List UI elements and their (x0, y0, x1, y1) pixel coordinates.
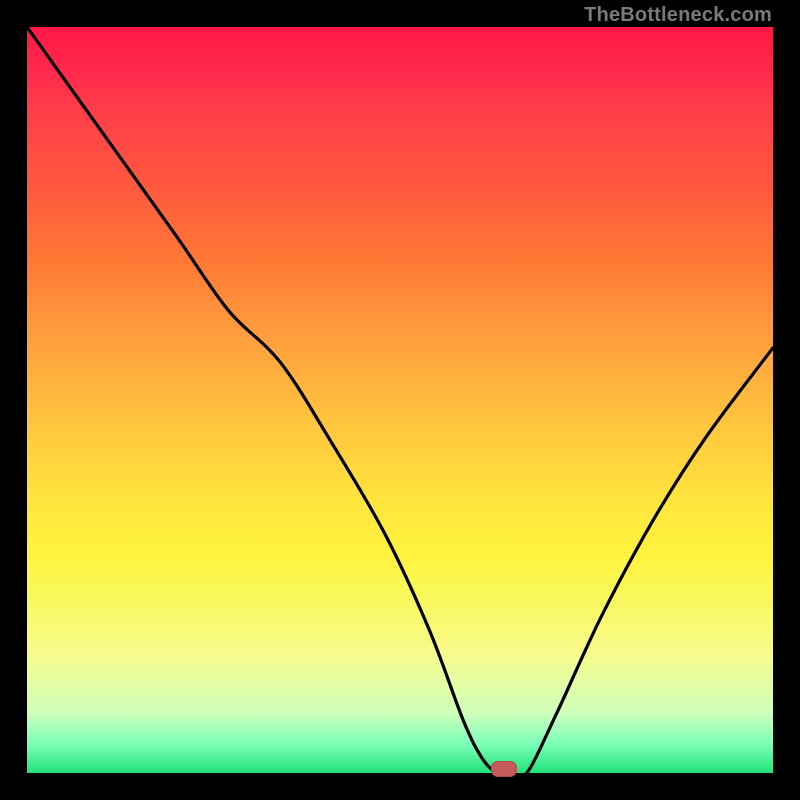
attribution-text: TheBottleneck.com (584, 4, 772, 27)
chart-container: TheBottleneck.com (0, 0, 800, 800)
plot-frame (27, 27, 773, 773)
plot-gradient-background (27, 27, 773, 773)
optimal-marker (491, 761, 517, 777)
